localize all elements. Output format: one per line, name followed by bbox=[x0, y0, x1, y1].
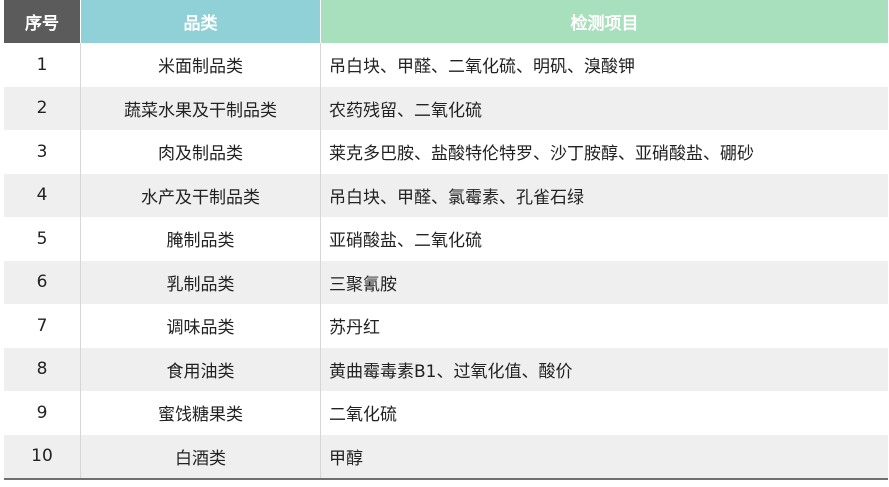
row-category: 乳制品类 bbox=[80, 260, 321, 304]
row-items: 苏丹红 bbox=[320, 304, 888, 348]
table-row: 1 米面制品类 吊白块、甲醛、二氧化硫、明矾、溴酸钾 bbox=[4, 43, 888, 87]
row-category: 肉及制品类 bbox=[80, 130, 321, 174]
row-no: 1 bbox=[4, 43, 81, 87]
row-items: 吊白块、甲醛、氯霉素、孔雀石绿 bbox=[320, 173, 888, 217]
header-category: 品类 bbox=[80, 0, 321, 43]
row-no: 7 bbox=[4, 304, 81, 348]
row-category: 蔬菜水果及干制品类 bbox=[80, 86, 321, 130]
row-category: 调味品类 bbox=[80, 304, 321, 348]
table-body: 1 米面制品类 吊白块、甲醛、二氧化硫、明矾、溴酸钾 2 蔬菜水果及干制品类 农… bbox=[4, 43, 888, 480]
inspection-table: 序号 品类 检测项目 1 米面制品类 吊白块、甲醛、二氧化硫、明矾、溴酸钾 2 … bbox=[4, 0, 888, 480]
row-category: 食用油类 bbox=[80, 347, 321, 391]
row-items: 二氧化硫 bbox=[320, 391, 888, 435]
row-no: 2 bbox=[4, 86, 81, 130]
row-no: 8 bbox=[4, 347, 81, 391]
row-items: 亚硝酸盐、二氧化硫 bbox=[320, 217, 888, 261]
row-items: 甲醇 bbox=[320, 434, 888, 480]
table-row: 2 蔬菜水果及干制品类 农药残留、二氧化硫 bbox=[4, 86, 888, 130]
row-category: 腌制品类 bbox=[80, 217, 321, 261]
row-category: 米面制品类 bbox=[80, 43, 321, 87]
row-items: 农药残留、二氧化硫 bbox=[320, 86, 888, 130]
table-row: 3 肉及制品类 莱克多巴胺、盐酸特伦特罗、沙丁胺醇、亚硝酸盐、硼砂 bbox=[4, 130, 888, 174]
row-category: 水产及干制品类 bbox=[80, 173, 321, 217]
row-no: 6 bbox=[4, 260, 81, 304]
row-no: 3 bbox=[4, 130, 81, 174]
table-row: 9 蜜饯糖果类 二氧化硫 bbox=[4, 391, 888, 435]
table-row: 7 调味品类 苏丹红 bbox=[4, 304, 888, 348]
table-header: 序号 品类 检测项目 bbox=[4, 0, 888, 43]
row-no: 5 bbox=[4, 217, 81, 261]
header-no: 序号 bbox=[4, 0, 81, 43]
table-row: 6 乳制品类 三聚氰胺 bbox=[4, 260, 888, 304]
header-row: 序号 品类 检测项目 bbox=[4, 0, 888, 43]
row-no: 10 bbox=[4, 434, 81, 480]
table-row: 4 水产及干制品类 吊白块、甲醛、氯霉素、孔雀石绿 bbox=[4, 173, 888, 217]
row-category: 白酒类 bbox=[80, 434, 321, 480]
table-row: 8 食用油类 黄曲霉毒素B1、过氧化值、酸价 bbox=[4, 347, 888, 391]
row-items: 三聚氰胺 bbox=[320, 260, 888, 304]
row-no: 4 bbox=[4, 173, 81, 217]
row-items: 莱克多巴胺、盐酸特伦特罗、沙丁胺醇、亚硝酸盐、硼砂 bbox=[320, 130, 888, 174]
table-row: 5 腌制品类 亚硝酸盐、二氧化硫 bbox=[4, 217, 888, 261]
row-items: 黄曲霉毒素B1、过氧化值、酸价 bbox=[320, 347, 888, 391]
header-items: 检测项目 bbox=[320, 0, 888, 43]
table-row: 10 白酒类 甲醇 bbox=[4, 434, 888, 480]
row-category: 蜜饯糖果类 bbox=[80, 391, 321, 435]
row-items: 吊白块、甲醛、二氧化硫、明矾、溴酸钾 bbox=[320, 43, 888, 87]
row-no: 9 bbox=[4, 391, 81, 435]
